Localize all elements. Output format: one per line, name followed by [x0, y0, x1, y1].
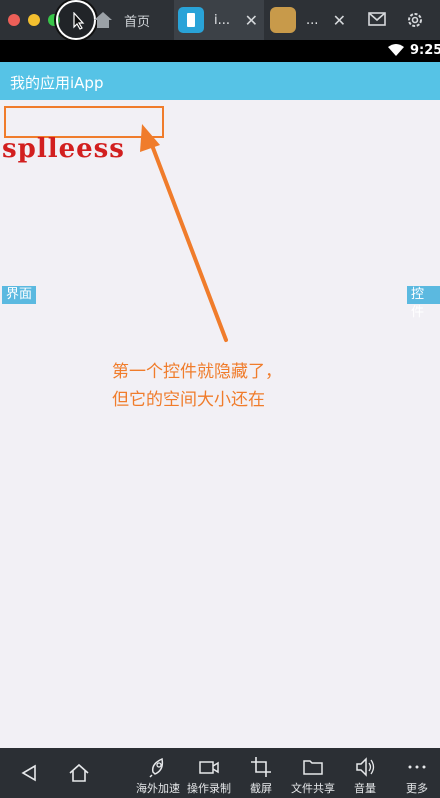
red-text-view: splleess — [2, 134, 125, 164]
screenshot-label: 截屏 — [250, 782, 272, 795]
minimize-window-icon[interactable] — [28, 14, 40, 26]
clock: 9:25 — [410, 43, 440, 58]
tab-second-app[interactable]: ... ✕ — [266, 0, 352, 40]
more-icon — [408, 765, 426, 769]
overseas-accel-label: 海外加速 — [136, 782, 180, 795]
app-title-bar: 我的应用iApp — [0, 62, 440, 100]
home-button[interactable] — [64, 748, 94, 798]
emulator-toolbar: 海外加速 操作录制 截屏 文件共享 音量 更多 — [0, 748, 440, 798]
iapp-icon — [178, 7, 204, 33]
record-button[interactable]: 操作录制 — [183, 748, 235, 798]
more-button[interactable]: 更多 — [400, 748, 434, 798]
app-thumbnail-icon — [270, 7, 296, 33]
screenshot-button[interactable]: 截屏 — [244, 748, 278, 798]
right-tag[interactable]: 控件 — [407, 286, 440, 320]
annotation-text: 第一个控件就隐藏了， 但它的空间大小还在 — [112, 358, 282, 414]
wifi-icon — [388, 44, 404, 56]
tab-iapp-label: i... — [214, 12, 231, 28]
tab-home-label: 首页 — [124, 14, 151, 30]
close-tab-icon[interactable]: ✕ — [333, 11, 346, 30]
home-tab-icon — [94, 12, 112, 28]
annotation-line-1: 第一个控件就隐藏了， — [112, 362, 282, 382]
app-content: splleess 界面 控件 第一个控件就隐藏了， 但它的空间大小还在 — [0, 100, 440, 748]
android-status-bar: 9:25 — [0, 40, 440, 62]
more-label: 更多 — [406, 782, 428, 795]
close-tab-icon[interactable]: ✕ — [245, 11, 258, 30]
close-window-icon[interactable] — [8, 14, 20, 26]
speaker-icon — [356, 757, 375, 777]
home-icon — [69, 763, 89, 782]
crop-icon — [251, 757, 271, 777]
emulator-tab-bar: 首页 i... ✕ ... ✕ — [0, 0, 440, 40]
tab-second-label: ... — [306, 12, 319, 28]
file-share-label: 文件共享 — [291, 782, 335, 795]
folder-icon — [303, 760, 323, 775]
tab-iapp[interactable]: i... ✕ — [174, 0, 264, 40]
rocket-icon — [149, 757, 164, 778]
left-tag[interactable]: 界面 — [2, 286, 37, 304]
settings-gear-icon[interactable] — [405, 10, 425, 30]
video-icon — [199, 761, 219, 774]
app-title: 我的应用iApp — [10, 74, 104, 92]
record-label: 操作录制 — [187, 782, 231, 795]
overseas-accel-button[interactable]: 海外加速 — [132, 748, 184, 798]
volume-label: 音量 — [354, 782, 376, 795]
file-share-button[interactable]: 文件共享 — [287, 748, 339, 798]
tab-home[interactable]: 首页 — [92, 0, 174, 40]
annotation-arrow-icon — [140, 124, 228, 342]
mail-icon[interactable] — [368, 12, 386, 26]
volume-button[interactable]: 音量 — [348, 748, 382, 798]
back-triangle-icon — [21, 764, 36, 782]
back-button[interactable] — [14, 748, 44, 798]
annotation-line-2: 但它的空间大小还在 — [112, 390, 265, 410]
mouse-cursor-icon — [56, 0, 96, 40]
